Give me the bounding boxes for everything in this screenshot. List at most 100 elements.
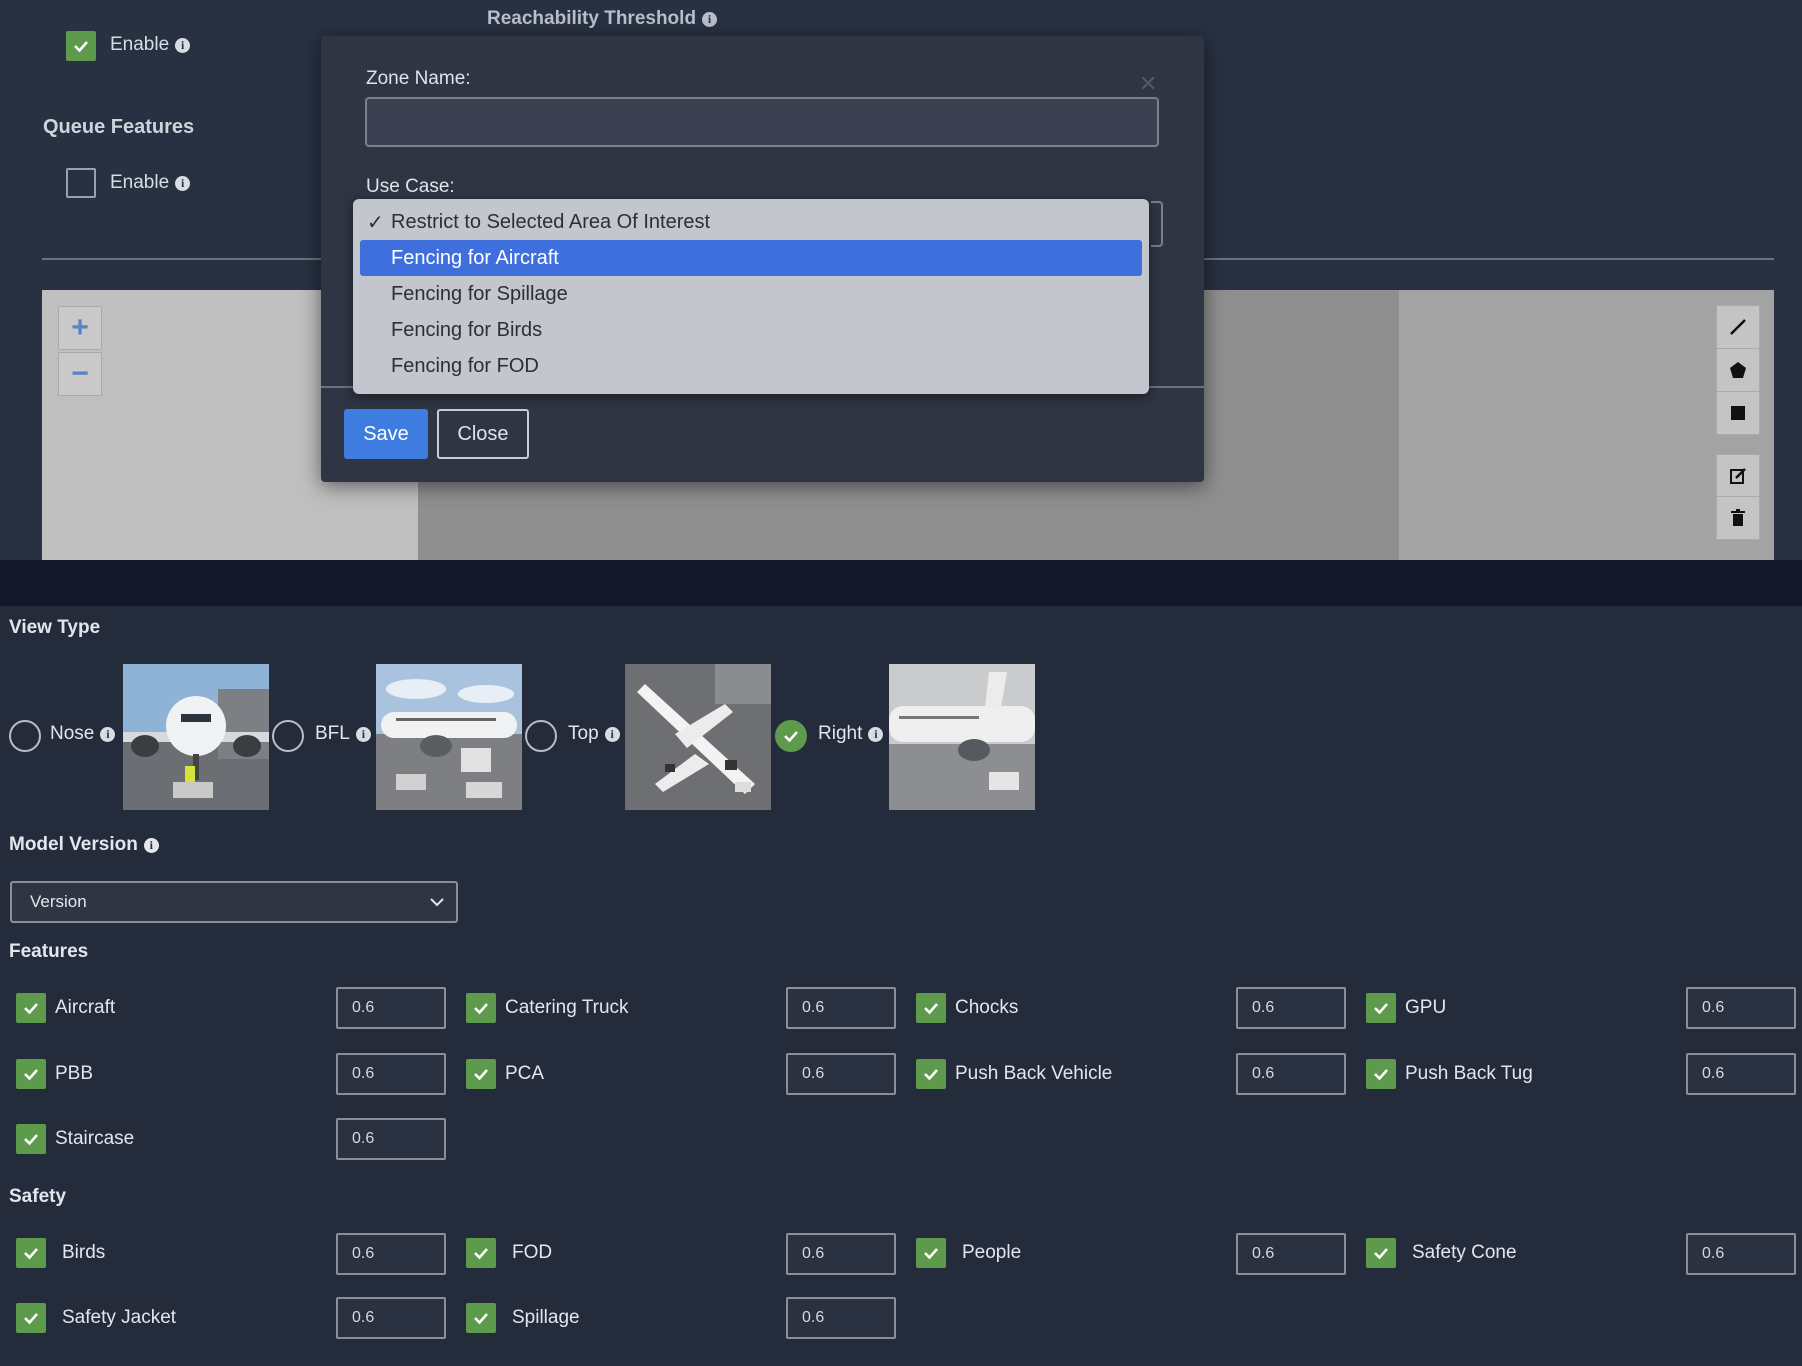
- feature-threshold-input[interactable]: 0.6: [336, 987, 446, 1029]
- use-case-option[interactable]: Fencing for Aircraft: [360, 240, 1142, 276]
- features-heading: Features: [9, 941, 89, 962]
- checkmark-icon: [784, 731, 798, 743]
- enable-label: Enable: [110, 34, 170, 55]
- safety-checkbox[interactable]: [16, 1238, 46, 1268]
- view-type-heading: View Type: [9, 617, 101, 638]
- view-type-radio-right[interactable]: [775, 720, 807, 752]
- use-case-option[interactable]: ✓ Restrict to Selected Area Of Interest: [360, 204, 1142, 240]
- close-icon[interactable]: ✕: [1139, 71, 1157, 97]
- feature-checkbox[interactable]: [1366, 993, 1396, 1023]
- feature-threshold-input[interactable]: 0.6: [1686, 1053, 1796, 1095]
- checkmark-icon: [924, 1069, 938, 1081]
- zone-name-input[interactable]: [365, 97, 1159, 147]
- feature-checkbox[interactable]: [466, 993, 496, 1023]
- safety-label: Birds: [62, 1242, 106, 1263]
- feature-checkbox[interactable]: [916, 1059, 946, 1089]
- zoom-out-button[interactable]: −: [58, 352, 102, 396]
- use-case-option[interactable]: Fencing for Spillage: [360, 276, 1142, 312]
- safety-checkbox[interactable]: [466, 1238, 496, 1268]
- edit-icon: [1730, 468, 1746, 484]
- delete-layers-button[interactable]: [1716, 496, 1760, 540]
- polygon-icon: [1730, 362, 1746, 378]
- feature-threshold-input[interactable]: 0.6: [786, 1053, 896, 1095]
- right-view-thumbnail[interactable]: [889, 664, 1035, 810]
- draw-rectangle-button[interactable]: [1716, 391, 1760, 435]
- feature-threshold-input[interactable]: 0.6: [1236, 987, 1346, 1029]
- info-icon[interactable]: i: [143, 837, 159, 853]
- feature-label: Catering Truck: [505, 997, 629, 1018]
- feature-checkbox[interactable]: [16, 993, 46, 1023]
- checkmark-icon: [1374, 1248, 1388, 1260]
- checkmark-icon: ✓: [367, 211, 384, 234]
- safety-threshold-input[interactable]: 0.6: [336, 1297, 446, 1339]
- safety-threshold-input[interactable]: 0.6: [336, 1233, 446, 1275]
- view-type-radio-bfl[interactable]: [272, 720, 304, 752]
- feature-checkbox[interactable]: [916, 993, 946, 1023]
- checkmark-icon: [474, 1069, 488, 1081]
- feature-label: Push Back Tug: [1405, 1063, 1533, 1084]
- feature-threshold-input[interactable]: 0.6: [1236, 1053, 1346, 1095]
- info-icon[interactable]: i: [100, 726, 116, 742]
- aircraft-bfl-image: [376, 664, 522, 810]
- checkmark-icon: [474, 1313, 488, 1325]
- view-type-radio-nose[interactable]: [9, 720, 41, 752]
- info-icon[interactable]: i: [702, 11, 718, 27]
- info-icon[interactable]: i: [355, 726, 371, 742]
- queue-enable-checkbox[interactable]: [66, 168, 96, 198]
- safety-label: Spillage: [512, 1307, 580, 1328]
- safety-checkbox[interactable]: [1366, 1238, 1396, 1268]
- feature-threshold-input[interactable]: 0.6: [336, 1053, 446, 1095]
- feature-label: PBB: [55, 1063, 94, 1084]
- feature-label: Chocks: [955, 997, 1019, 1018]
- queue-enable-label-row: Enable i: [110, 172, 191, 194]
- zoom-in-button[interactable]: +: [58, 306, 102, 350]
- safety-threshold-input[interactable]: 0.6: [1236, 1233, 1346, 1275]
- zone-config-panel: Enable i Queue Features Enable i + − Rea…: [0, 0, 1802, 560]
- feature-threshold-input[interactable]: 0.6: [786, 987, 896, 1029]
- checkmark-icon: [924, 1248, 938, 1260]
- checkmark-icon: [24, 1134, 38, 1146]
- bfl-view-thumbnail[interactable]: [376, 664, 522, 810]
- feature-checkbox[interactable]: [1366, 1059, 1396, 1089]
- safety-checkbox[interactable]: [466, 1303, 496, 1333]
- checkmark-icon: [1374, 1069, 1388, 1081]
- safety-threshold-input[interactable]: 0.6: [786, 1233, 896, 1275]
- info-icon[interactable]: i: [175, 175, 191, 191]
- info-icon[interactable]: i: [604, 726, 620, 742]
- zone-name-label: Zone Name:: [366, 68, 471, 89]
- use-case-option[interactable]: Fencing for FOD: [360, 348, 1142, 384]
- enable-checkbox[interactable]: [66, 31, 96, 61]
- edit-layers-button[interactable]: [1716, 454, 1760, 498]
- use-case-dropdown: ✓ Restrict to Selected Area Of Interest F…: [353, 199, 1149, 394]
- feature-threshold-input[interactable]: 0.6: [336, 1118, 446, 1160]
- info-icon[interactable]: i: [868, 726, 884, 742]
- nose-view-thumbnail[interactable]: [123, 664, 269, 810]
- safety-checkbox[interactable]: [916, 1238, 946, 1268]
- view-type-label-row: Nose i: [50, 723, 116, 745]
- close-button[interactable]: Close: [437, 409, 529, 459]
- view-type-radio-top[interactable]: [525, 720, 557, 752]
- checkmark-icon: [24, 1003, 38, 1015]
- draw-polygon-button[interactable]: [1716, 348, 1760, 392]
- use-case-option[interactable]: Fencing for Birds: [360, 312, 1142, 348]
- feature-checkbox[interactable]: [16, 1124, 46, 1154]
- feature-threshold-input[interactable]: 0.6: [1686, 987, 1796, 1029]
- queue-enable-label: Enable: [110, 172, 170, 193]
- model-version-select[interactable]: Version: [10, 881, 458, 923]
- feature-checkbox[interactable]: [16, 1059, 46, 1089]
- safety-threshold-input[interactable]: 0.6: [1686, 1233, 1796, 1275]
- info-icon[interactable]: i: [175, 37, 191, 53]
- use-case-select[interactable]: [1151, 201, 1163, 247]
- reachability-threshold-title: Reachability Threshold i: [487, 8, 718, 30]
- view-type-label-row: Right i: [818, 723, 884, 745]
- draw-line-button[interactable]: [1716, 305, 1760, 349]
- safety-checkbox[interactable]: [16, 1303, 46, 1333]
- feature-label: Aircraft: [55, 997, 116, 1018]
- feature-checkbox[interactable]: [466, 1059, 496, 1089]
- aircraft-right-image: [889, 664, 1035, 810]
- chevron-down-icon: [430, 898, 444, 907]
- save-button[interactable]: Save: [344, 409, 428, 459]
- top-view-thumbnail[interactable]: [625, 664, 771, 810]
- safety-threshold-input[interactable]: 0.6: [786, 1297, 896, 1339]
- safety-label: Safety Jacket: [62, 1307, 177, 1328]
